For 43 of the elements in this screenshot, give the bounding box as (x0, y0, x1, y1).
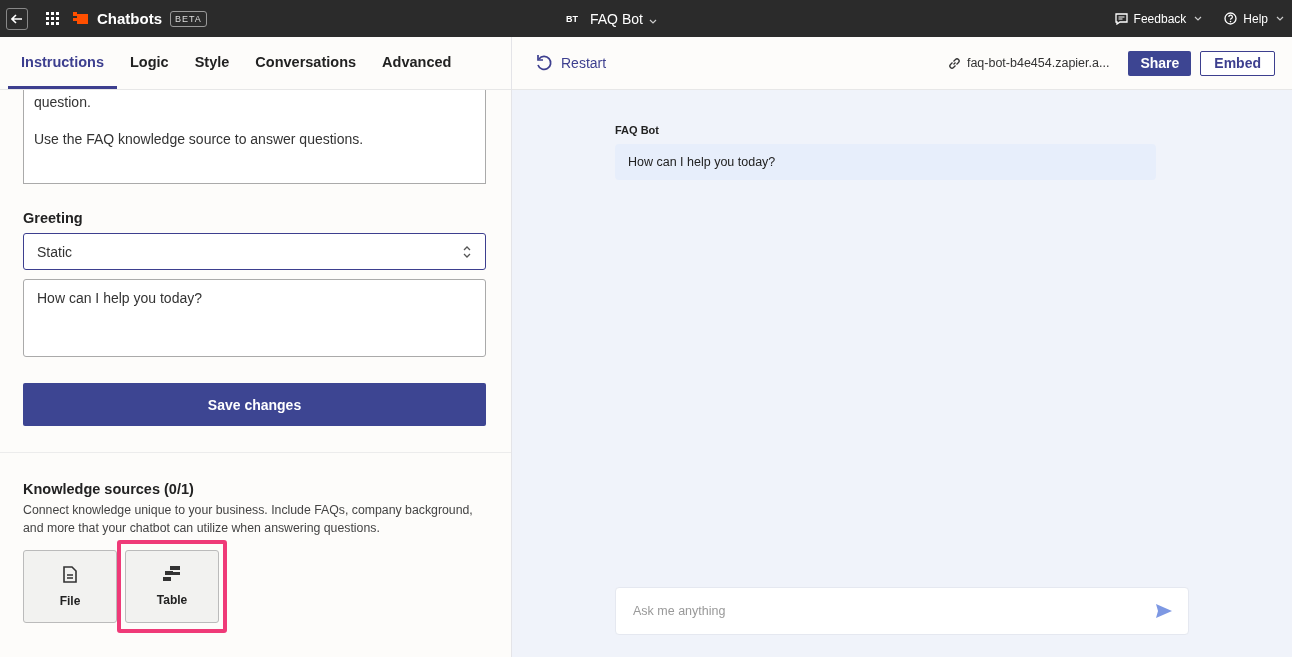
sender-name: FAQ Bot (615, 124, 660, 136)
back-arrow-icon (11, 13, 23, 24)
knowledge-title: Knowledge sources (0/1) (23, 481, 195, 497)
caret-icon (1276, 16, 1284, 21)
instructions-field[interactable]: question. Use the FAQ knowledge source to answer questions. (23, 90, 486, 184)
tab[interactable]: Logic (117, 37, 182, 89)
link-icon (947, 56, 961, 70)
apps-grid-icon[interactable] (46, 12, 59, 25)
restart-icon (535, 54, 553, 72)
feedback-menu[interactable]: Feedback (1114, 11, 1203, 26)
beta-badge: BETA (170, 10, 207, 27)
instruction-text: question. (34, 94, 92, 110)
logo-icon (73, 12, 89, 25)
comment-icon (1114, 12, 1128, 25)
tab[interactable]: Conversations (242, 37, 370, 89)
sort-arrows-icon (462, 244, 472, 259)
help-menu[interactable]: Help (1224, 11, 1284, 26)
embed-button[interactable]: Embed (1200, 50, 1275, 76)
save-button[interactable]: Save changes (23, 383, 486, 426)
document-icon (63, 565, 77, 583)
help-icon (1224, 12, 1238, 25)
message-bubble: How can I help you today? (615, 144, 1156, 180)
table-source-button[interactable]: Table (125, 550, 219, 623)
greeting-label: Greeting (23, 210, 84, 226)
instruction-text: Use the FAQ knowledge source to answer questions. (34, 131, 365, 147)
tab[interactable]: Style (181, 37, 243, 89)
caret-icon (1194, 16, 1203, 21)
greeting-message-field[interactable]: How can I help you today? (23, 279, 486, 357)
app-name: Chatbots (97, 10, 162, 27)
back-button[interactable] (6, 7, 28, 30)
bot-initials: BT (566, 13, 578, 24)
bot-link[interactable]: faq-bot-b4e454.zapier.a... (941, 55, 1116, 71)
share-button[interactable]: Share (1128, 50, 1192, 76)
caret-icon (648, 18, 657, 24)
send-icon[interactable] (1156, 604, 1172, 618)
knowledge-description: Connect knowledge unique to your business. Include FAQs, company background, and more that your chatbot can utilize when answering questions. (23, 502, 474, 537)
table-icon (163, 566, 181, 582)
tab[interactable]: Advanced (369, 37, 465, 89)
file-source-button[interactable]: File (23, 550, 117, 623)
restart-button[interactable]: Restart (529, 53, 613, 73)
message-input[interactable]: Ask me anything (615, 587, 1189, 635)
greeting-select[interactable]: Static (23, 233, 486, 270)
bot-selector[interactable]: FAQ Bot (590, 10, 657, 27)
